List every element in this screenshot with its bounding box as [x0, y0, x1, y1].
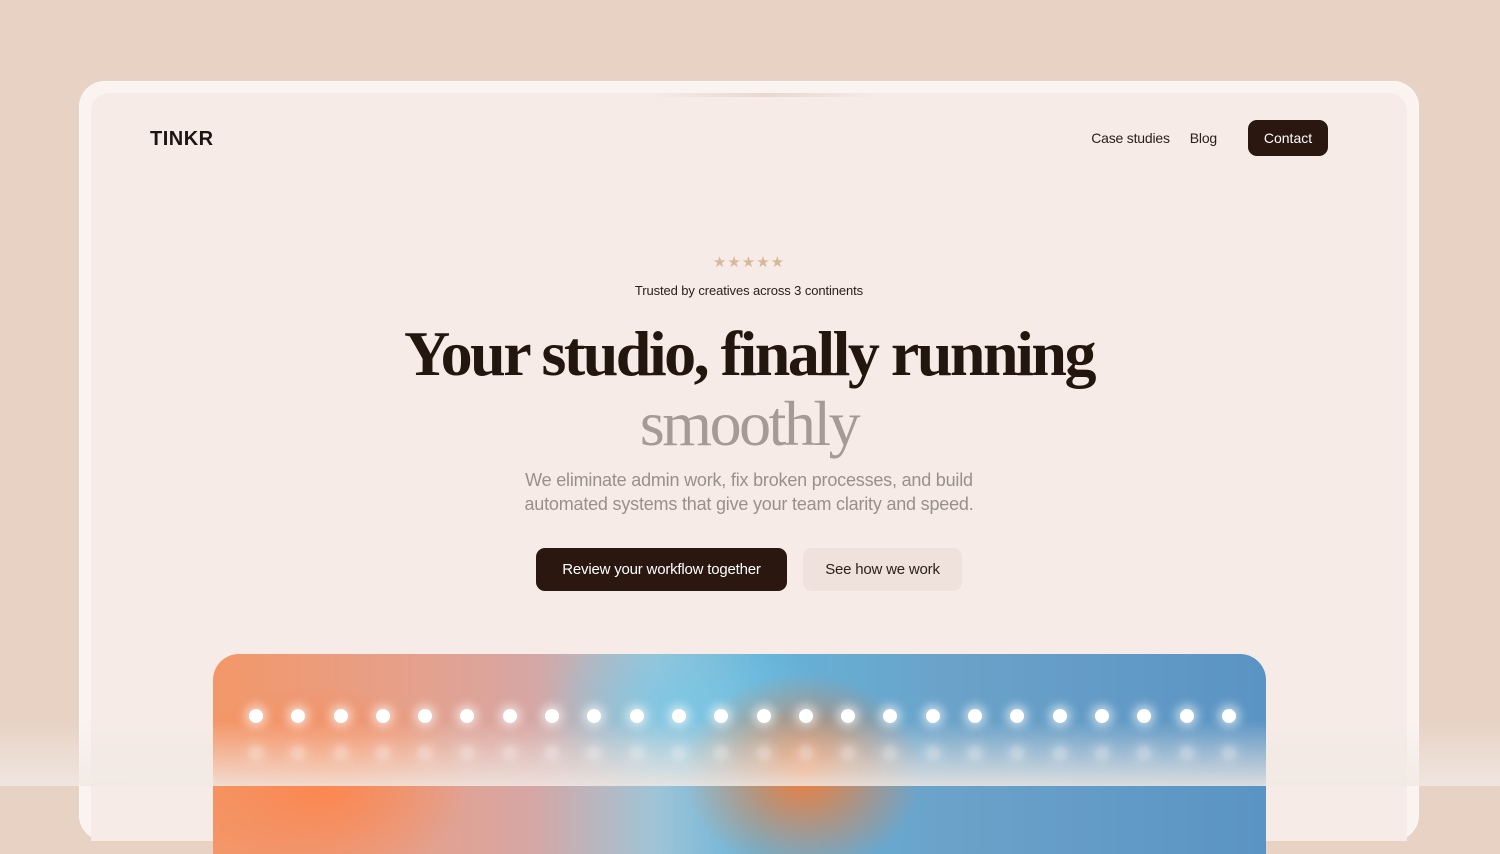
- trusted-text: Trusted by creatives across 3 continents: [634, 283, 864, 298]
- bottom-fade: [0, 720, 1500, 786]
- see-how-we-work-button[interactable]: See how we work: [803, 548, 962, 591]
- contact-button[interactable]: Contact: [1248, 120, 1328, 156]
- top-notch: [651, 93, 881, 97]
- hero-headline: Your studio, finally running: [404, 318, 1096, 389]
- review-workflow-button[interactable]: Review your workflow together: [536, 548, 787, 591]
- nav-link-case-studies[interactable]: Case studies: [1091, 130, 1170, 146]
- nav-link-blog[interactable]: Blog: [1190, 130, 1217, 146]
- cta-row: Review your workflow together See how we…: [91, 548, 1407, 591]
- rating-stars-icon: ★★★★★: [712, 254, 786, 271]
- hero-subtext: We eliminate admin work, fix broken proc…: [91, 468, 1407, 516]
- brand-logo[interactable]: TINKR: [150, 128, 214, 151]
- top-nav: Case studies Blog Contact: [1091, 120, 1328, 156]
- hero-subtext-line-2: automated systems that give your team cl…: [524, 494, 974, 514]
- hero-subtext-line-1: We eliminate admin work, fix broken proc…: [525, 470, 973, 490]
- hero-headline-accent: smoothly: [639, 388, 861, 459]
